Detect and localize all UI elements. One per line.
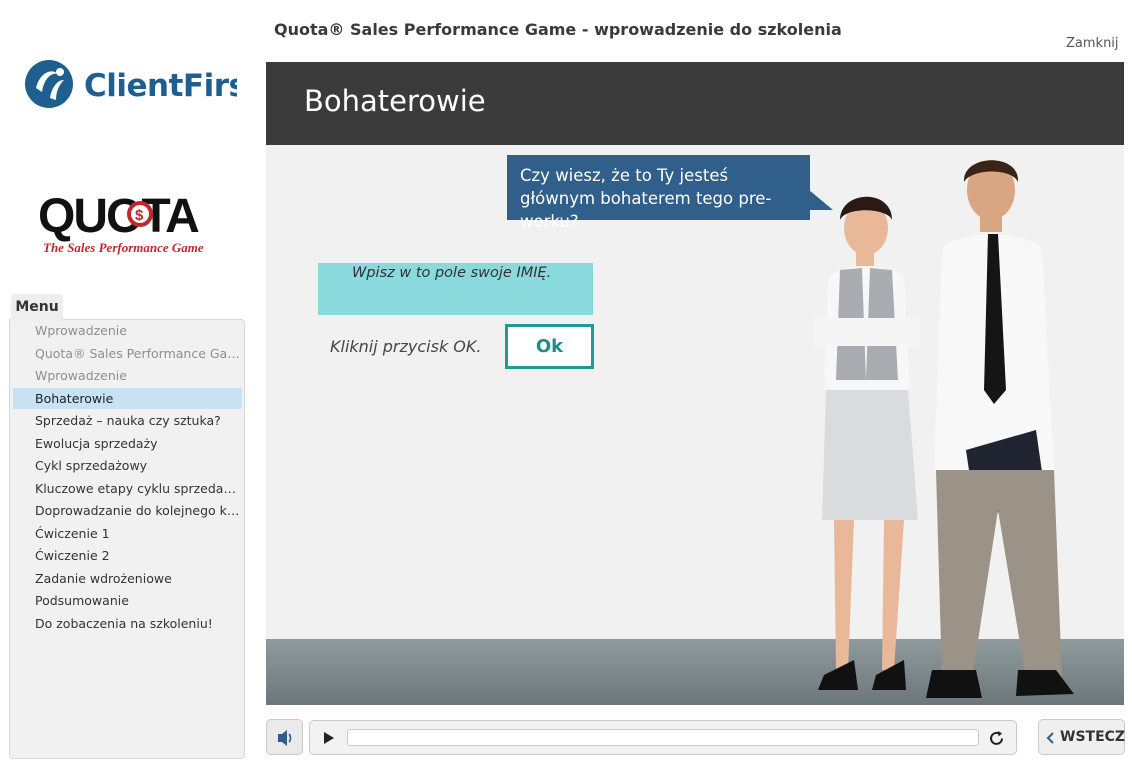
menu-item[interactable]: Wprowadzenie — [13, 365, 242, 386]
woman-figure — [814, 196, 920, 690]
menu-item[interactable]: Kluczowe etapy cyklu sprzedażow... — [13, 478, 242, 499]
play-icon[interactable] — [323, 731, 335, 745]
menu-item[interactable]: Doprowadzanie do kolejnego kluc... — [13, 500, 242, 521]
slide-header: Bohaterowie — [266, 62, 1124, 145]
close-link[interactable]: Zamknij — [1066, 36, 1119, 51]
quota-text: QUOTA — [38, 190, 199, 243]
quota-tagline: The Sales Performance Game — [43, 240, 204, 255]
menu-item[interactable]: Podsumowanie — [13, 590, 242, 611]
quota-logo: QUOTA $ The Sales Performance Game — [38, 190, 204, 255]
menu-item[interactable]: Bohaterowie — [13, 387, 242, 409]
player-bar — [309, 720, 1017, 755]
menu-item[interactable]: Ćwiczenie 1 — [13, 523, 242, 544]
chevron-left-icon — [1046, 732, 1054, 744]
progress-bar[interactable] — [347, 729, 979, 746]
click-hint-text: Kliknij przycisk OK. — [330, 337, 482, 356]
speech-bubble: Czy wiesz, że to Ty jesteś głównym bohat… — [507, 155, 810, 231]
menu-item[interactable]: Zadanie wdrożeniowe — [13, 568, 242, 589]
speaker-icon — [278, 730, 292, 746]
menu-item[interactable]: Wprowadzenie — [13, 320, 242, 341]
clientfirst-text: ClientFirst — [84, 68, 237, 104]
clientfirst-logo: ClientFirst — [25, 60, 237, 108]
man-figure — [926, 160, 1074, 698]
slide-stage: Bohaterowie Czy wiesz, że to Ty jesteś g… — [266, 62, 1124, 705]
replay-icon[interactable] — [987, 729, 1006, 748]
menu-item[interactable]: Sprzedaż – nauka czy sztuka? — [13, 410, 242, 431]
menu-item[interactable]: Quota® Sales Performance Game — [13, 343, 242, 364]
menu-tab[interactable]: Menu — [11, 294, 63, 321]
speech-bubble-tail — [809, 190, 833, 210]
back-button-label: WSTECZ — [1060, 729, 1126, 745]
menu-item[interactable]: Cykl sprzedażowy — [13, 455, 242, 476]
ok-button[interactable]: Ok — [505, 324, 594, 369]
name-input[interactable] — [318, 263, 593, 315]
slide-title: Bohaterowie — [304, 84, 486, 118]
volume-button[interactable] — [266, 719, 303, 755]
menu-item[interactable]: Ćwiczenie 2 — [13, 545, 242, 566]
back-button[interactable]: WSTECZ — [1038, 719, 1125, 755]
course-title: Quota® Sales Performance Game - wprowadz… — [274, 20, 842, 39]
heroes-illustration — [814, 160, 1074, 698]
svg-text:$: $ — [135, 207, 144, 224]
menu-item[interactable]: Ewolucja sprzedaży — [13, 433, 242, 454]
menu-item[interactable]: Do zobaczenia na szkoleniu! — [13, 613, 242, 634]
